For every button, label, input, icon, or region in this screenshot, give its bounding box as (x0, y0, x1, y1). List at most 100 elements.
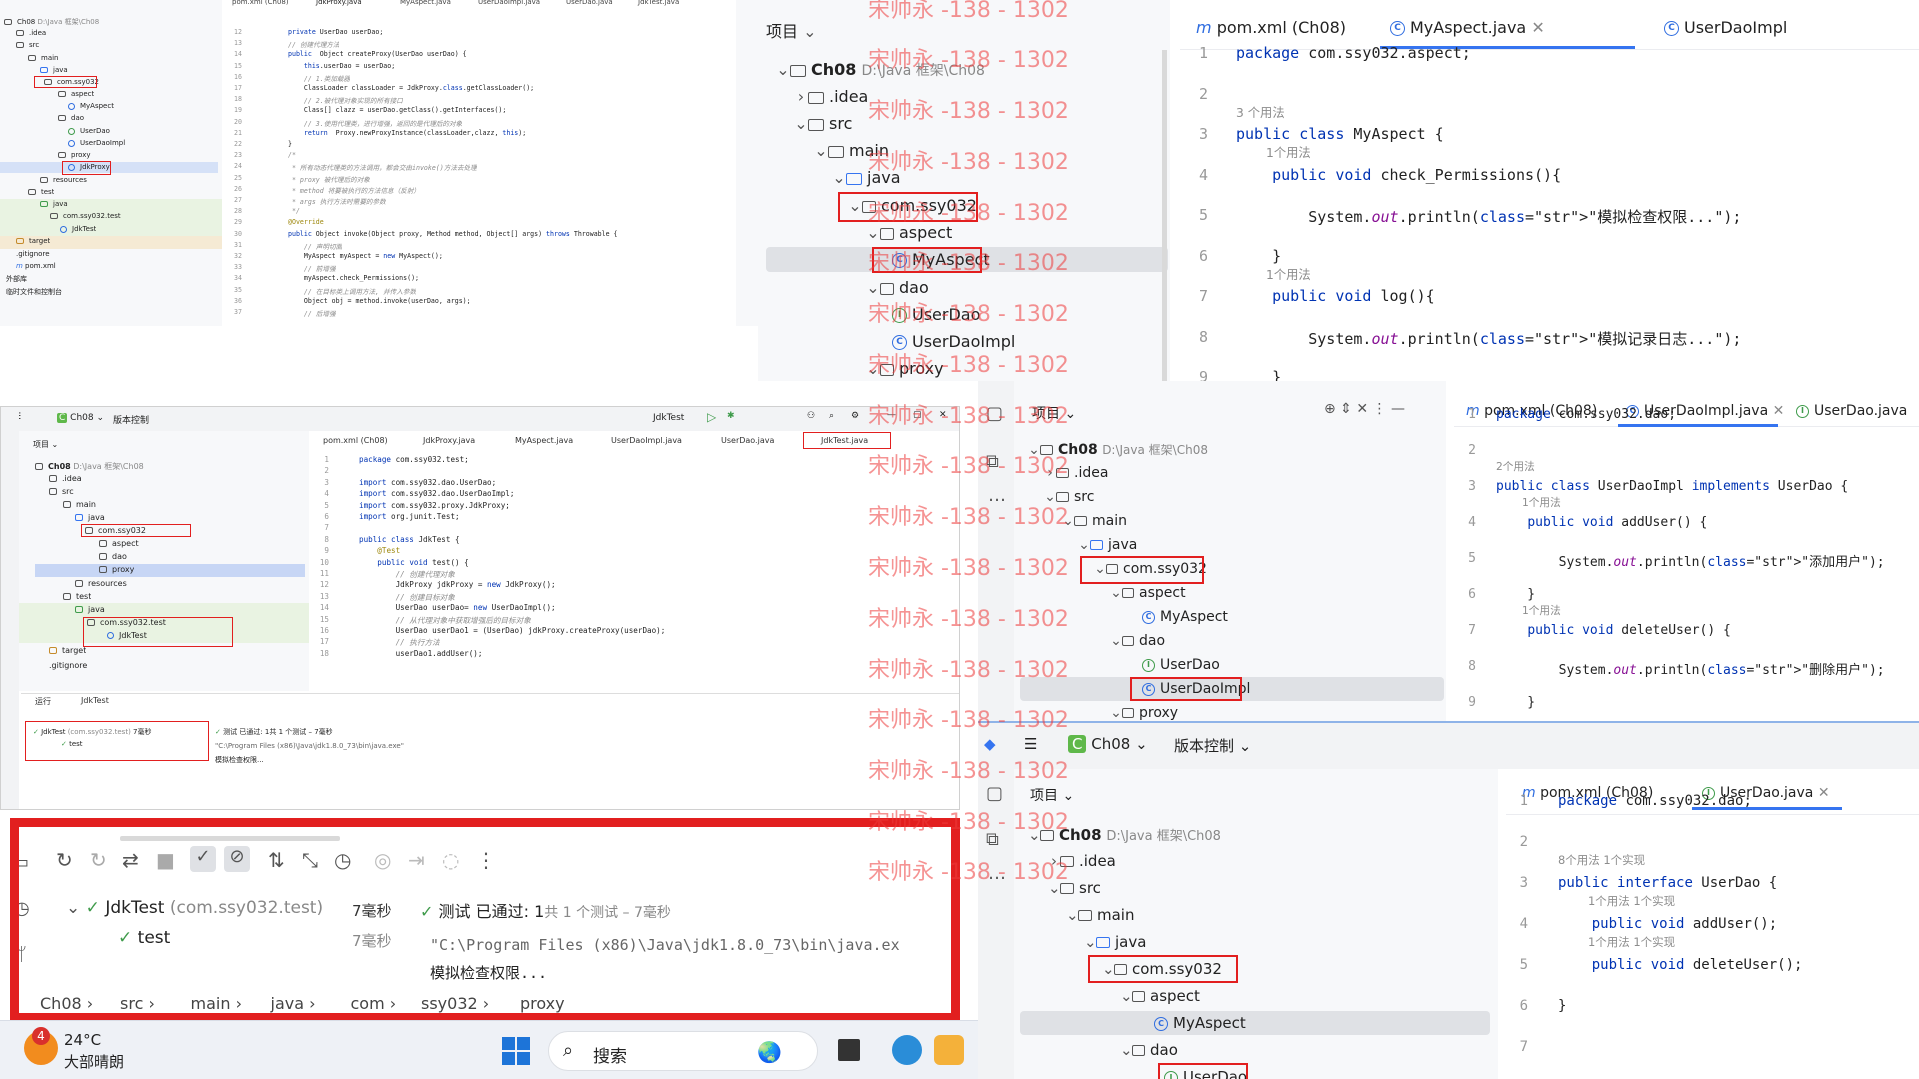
code-line[interactable]: public Object createProxy(UserDao userDa… (288, 50, 467, 58)
tree-test[interactable]: test (28, 188, 54, 196)
code-line[interactable]: // 创建目标对象 (359, 592, 455, 603)
tree-userdao[interactable]: UserDao (68, 127, 110, 135)
tree-scratches[interactable]: 临时文件和控制台 (6, 287, 62, 297)
code-line[interactable]: UserDao userDao= new UserDaoImpl(); (359, 603, 556, 612)
project-switch[interactable]: C Ch08 ⌄ (1068, 735, 1148, 753)
tab-userdao[interactable]: UserDao.java (721, 436, 774, 445)
code-line[interactable]: // 执行方法 (359, 637, 440, 648)
code-line[interactable]: System.out.println(class="str">"添加用户"); (1496, 551, 1885, 570)
code-line[interactable]: return Proxy.newProxyInstance(classLoade… (288, 129, 526, 137)
code-line[interactable]: userDao1.addUser(); (359, 649, 483, 658)
code-line[interactable]: } (1558, 998, 1566, 1014)
code-line[interactable]: } (1236, 368, 1281, 381)
code-line[interactable]: UserDao userDao1 = (UserDao) jdkProxy.cr… (359, 626, 666, 635)
locate-icon[interactable]: ⊕ ⇕ ✕ ⋮ — (1324, 401, 1405, 417)
code-line[interactable]: // 在目标类上调用方法, 并传入参数 (288, 286, 416, 296)
code-line[interactable]: public class UserDaoImpl implements User… (1496, 479, 1848, 494)
tree-java[interactable]: java (75, 513, 105, 522)
code-line[interactable]: } (1236, 247, 1281, 265)
usage-hint[interactable]: 1个用法 1个实现 (1588, 893, 1675, 909)
tree-userdaoimpl[interactable]: UserDaoImpl (68, 139, 125, 147)
project-header[interactable]: 项目 ⌄ (1030, 785, 1074, 805)
tree-dao[interactable]: ⌄ dao (866, 278, 928, 297)
tab-jdkproxy[interactable]: JdkProxy.java (423, 436, 475, 445)
usage-hint[interactable]: 1个用法 (1522, 603, 1561, 618)
code-line[interactable]: // 前增强 (288, 263, 336, 273)
tree-aspect[interactable]: aspect (58, 90, 94, 98)
tree-resources[interactable]: resources (40, 176, 87, 184)
code-line[interactable]: * args 执行方法时需要的参数 (288, 196, 386, 206)
debug-icon[interactable]: ✱ (727, 411, 735, 421)
code-line[interactable]: } (1496, 695, 1535, 710)
tree-dao[interactable]: dao (58, 114, 84, 122)
usage-hint[interactable]: 8个用法 1个实现 (1558, 852, 1645, 868)
tree-gitignore[interactable]: .gitignore (49, 661, 87, 670)
code-line[interactable]: ClassLoader classLoader = JdkProxy.class… (288, 84, 534, 92)
tree-main[interactable]: main (28, 54, 59, 62)
project-header[interactable]: 项目 ⌄ (766, 18, 817, 42)
tree-aspect[interactable]: aspect (99, 539, 139, 548)
code-line[interactable]: package com.ssy032.test; (359, 455, 469, 464)
code-line[interactable]: } (288, 140, 292, 148)
code-line[interactable]: @Test (359, 546, 400, 555)
tree-idea[interactable]: .idea (49, 474, 82, 483)
code-line[interactable]: * proxy 被代理后的对象 (288, 174, 370, 184)
code-line[interactable]: @Override (288, 218, 324, 226)
run-tab[interactable]: JdkTest (81, 696, 109, 705)
user-icon[interactable]: ⚇ (807, 411, 815, 421)
code-line[interactable]: // 声明切面 (288, 241, 342, 251)
code-line[interactable]: public void addUser(); (1558, 916, 1777, 932)
tree-dao[interactable]: ⌄ dao (1110, 633, 1165, 649)
code-line[interactable]: public void addUser() { (1496, 515, 1707, 530)
code-line[interactable]: Class[] clazz = userDao.getClass().getIn… (288, 106, 506, 114)
run-icon[interactable]: ▷ (707, 410, 716, 424)
tree-dao[interactable]: dao (99, 552, 127, 561)
tree-test-java[interactable]: java (40, 200, 68, 208)
code-line[interactable]: import com.ssy032.proxy.JdkProxy; (359, 501, 510, 510)
usage-hint[interactable]: 1个用法 (1266, 265, 1311, 283)
tree-external[interactable]: 外部库 (6, 274, 27, 284)
tab-userdaoimpl[interactable]: C UserDaoImpl (1664, 18, 1787, 37)
project-header[interactable]: 项目 ⌄ (33, 439, 58, 450)
code-line[interactable]: package com.ssy032.dao; (1558, 793, 1752, 809)
tree-myaspect[interactable]: C MyAspect (1142, 609, 1228, 625)
code-line[interactable]: package com.ssy032.dao; (1496, 407, 1676, 422)
code-line[interactable]: } (1496, 587, 1535, 602)
code-line[interactable]: import com.ssy032.dao.UserDao; (359, 478, 496, 487)
tab-jdkproxy[interactable]: JdkProxy.java (316, 0, 362, 6)
menu-icon[interactable]: ☰ (1024, 735, 1037, 753)
tree-main[interactable]: main (63, 500, 96, 509)
vcs-button[interactable]: 版本控制 (113, 413, 149, 426)
usage-hint[interactable]: 3 个用法 (1236, 103, 1285, 121)
code-line[interactable]: // 2.被代理对象实现的所有接口 (288, 95, 403, 105)
tree-src[interactable]: src (16, 41, 39, 49)
tree-java[interactable]: ⌄ java (1084, 933, 1146, 951)
tree-proxy[interactable]: proxy (99, 565, 134, 574)
run-config-button[interactable]: JdkTest (653, 413, 684, 423)
tab-userdaoimpl[interactable]: UserDaoImpl.java (611, 436, 682, 445)
tab-jdktest[interactable]: JdkTest.java (638, 0, 679, 6)
code-line[interactable]: System.out.println(class="str">"删除用户"); (1496, 659, 1885, 678)
usage-hint[interactable]: 1个用法 (1266, 143, 1311, 161)
code-line[interactable]: Object obj = method.invoke(userDao, args… (288, 297, 471, 305)
tree-root[interactable]: Ch08 D:\Java 框架\Ch08 (4, 17, 99, 27)
windows-start-icon[interactable] (502, 1037, 530, 1065)
code-line[interactable]: public void test() { (359, 558, 468, 567)
code-line[interactable]: System.out.println(class="str">"模拟记录日志..… (1236, 328, 1741, 349)
tab-userdao[interactable]: UserDao.java (566, 0, 613, 6)
tab-myaspect[interactable]: MyAspect.java (515, 436, 573, 445)
tree-java[interactable]: ⌄ java (1078, 537, 1137, 553)
code-line[interactable]: */ (288, 207, 300, 215)
code-line[interactable]: // 3.使用代理类，进行增强，返回的是代理后的对象 (288, 118, 462, 128)
tab-myaspect[interactable]: MyAspect.java (400, 0, 451, 6)
tree-testpkg[interactable]: com.ssy032.test (50, 212, 121, 220)
tree-gitignore[interactable]: .gitignore (16, 250, 50, 258)
usage-hint[interactable]: 1个用法 (1522, 495, 1561, 510)
code-line[interactable]: import org.junit.Test; (359, 512, 460, 521)
code-line[interactable]: // 后增强 (288, 308, 336, 318)
code-line[interactable]: JdkProxy jdkProxy = new JdkProxy(); (359, 580, 556, 589)
tree-aspect[interactable]: ⌄ aspect (1120, 987, 1200, 1005)
tree-userdao[interactable]: I UserDao (1142, 657, 1220, 673)
vcs-button[interactable]: 版本控制 ⌄ (1174, 735, 1251, 756)
code-line[interactable]: // 从代理对象中获取增强后的目标对象 (359, 615, 531, 626)
